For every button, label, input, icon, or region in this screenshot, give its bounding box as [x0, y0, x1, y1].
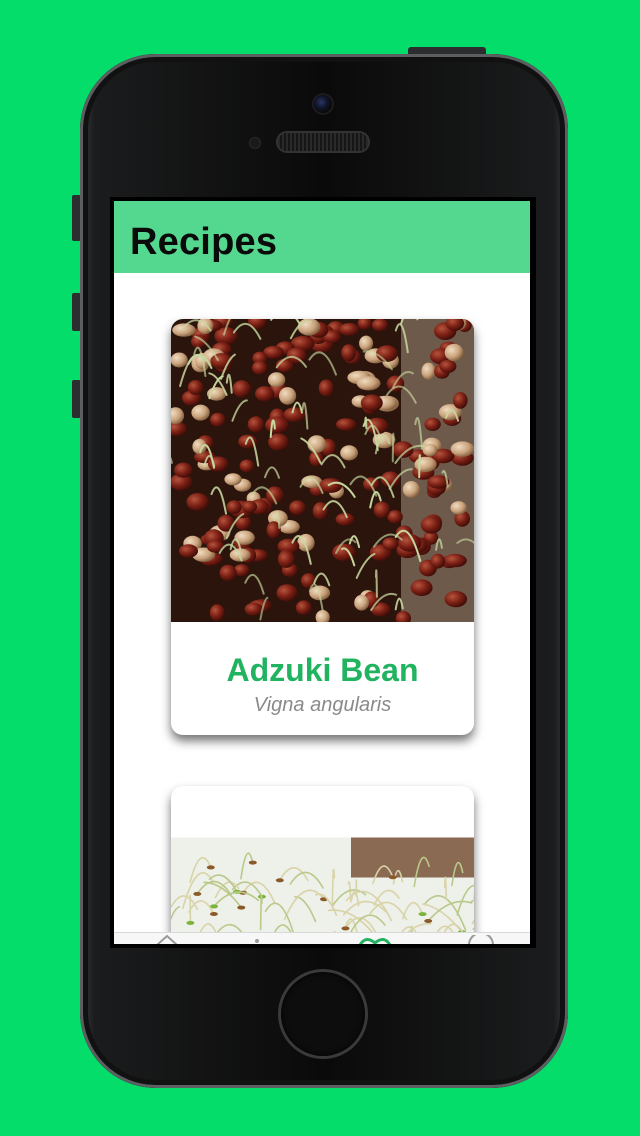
earpiece-speaker — [278, 133, 368, 151]
app-view: Recipes Adzuki Bean Vigna angularis — [114, 201, 530, 944]
recipe-card-alfalfa[interactable] — [171, 786, 474, 944]
sprout-icon[interactable] — [358, 935, 392, 944]
info-icon[interactable] — [466, 935, 496, 944]
tab-bar — [114, 932, 530, 944]
home-button[interactable] — [281, 972, 365, 1056]
front-camera — [314, 95, 332, 113]
phone-screen: Recipes Adzuki Bean Vigna angularis — [110, 197, 536, 948]
sprouted-adzuki-beans-photo — [171, 319, 474, 622]
alfalfa-sprouts-photo — [171, 837, 474, 944]
bean-latin-name: Vigna angularis — [253, 694, 392, 716]
proximity-sensor — [250, 138, 260, 148]
card-caption: Adzuki Bean Vigna angularis — [171, 622, 474, 735]
bean-name: Adzuki Bean — [226, 652, 419, 688]
home-icon[interactable] — [154, 935, 180, 944]
page-title: Recipes — [130, 221, 278, 263]
navigation-bar: Recipes — [114, 201, 530, 273]
list-icon[interactable] — [244, 935, 270, 944]
recipe-card-adzuki-bean[interactable]: Adzuki Bean Vigna angularis — [171, 319, 474, 735]
